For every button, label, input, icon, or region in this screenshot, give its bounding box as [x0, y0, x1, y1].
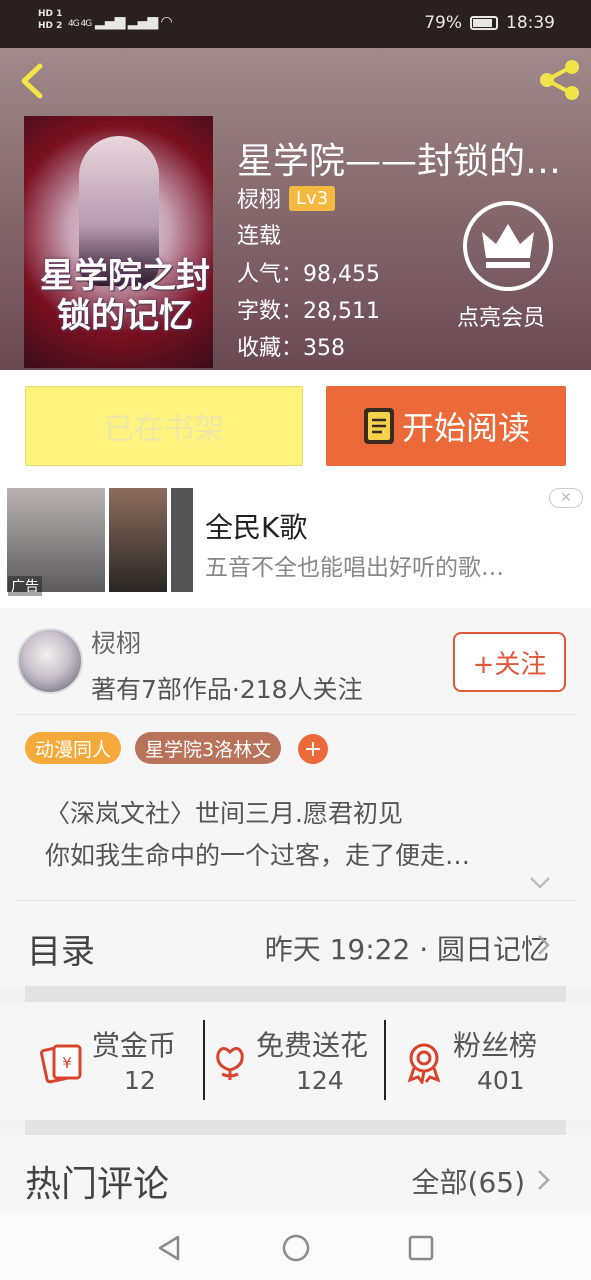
ad-tag: 广告: [8, 576, 42, 596]
share-button[interactable]: [535, 58, 583, 102]
coin-icon: ¥: [40, 1044, 82, 1084]
toc-label: 目录: [27, 932, 95, 972]
flower-icon: [216, 1047, 244, 1080]
ad-close-button[interactable]: ✕: [549, 488, 583, 508]
clock: 18:39: [506, 13, 555, 33]
ad-image: [171, 488, 193, 592]
sim1-label: HD 1: [38, 9, 63, 19]
reward-coin-label[interactable]: 赏金币: [92, 1024, 176, 1064]
network-label: 4G 4G: [68, 19, 92, 29]
divider: [16, 900, 575, 901]
all-comments-link[interactable]: 全部(65): [412, 1161, 525, 1201]
free-flower-value: 124: [296, 1066, 344, 1095]
crown-icon: [463, 201, 553, 291]
start-reading-button[interactable]: 开始阅读: [326, 386, 566, 466]
divider: [16, 714, 575, 715]
nav-home-icon[interactable]: [281, 1233, 311, 1263]
start-reading-label: 开始阅读: [401, 409, 530, 447]
ad-title: 全民K歌: [205, 511, 308, 544]
ad-image: [109, 488, 167, 592]
book-header: 星学院之封锁的记忆 星学院——封锁的… 棂栩 Lv3 连载 人气：98,455 …: [0, 48, 591, 370]
on-shelf-label: 已在书架: [104, 412, 224, 447]
hot-comments-row[interactable]: 热门评论 全部(65): [0, 1135, 591, 1213]
fan-ranking-value: 401: [477, 1066, 525, 1095]
medal-icon: [407, 1043, 441, 1084]
back-icon: [21, 63, 43, 99]
fan-ranking-label[interactable]: 粉丝榜: [453, 1024, 537, 1064]
battery-percent: 79%: [424, 13, 462, 33]
tag-item[interactable]: 动漫同人: [25, 732, 122, 764]
popularity: 人气：98,455: [237, 262, 380, 287]
share-icon: [540, 60, 579, 100]
back-button[interactable]: [16, 62, 52, 100]
nav-back-icon[interactable]: [154, 1233, 184, 1263]
chevron-right-icon: [538, 1170, 550, 1190]
reward-coin-value: 12: [124, 1066, 156, 1095]
favorites-count: 收藏：358: [237, 336, 345, 361]
vip-button[interactable]: [462, 200, 554, 292]
free-flower-label[interactable]: 免费送花: [256, 1024, 368, 1064]
table-of-contents-row[interactable]: 目录 昨天 19:22 · 圆日记忆: [0, 900, 591, 990]
on-shelf-button[interactable]: 已在书架: [25, 386, 303, 466]
sim-indicator: HD 1 HD 2: [38, 8, 62, 32]
tag-item[interactable]: 星学院3洛林文: [135, 732, 282, 764]
level-badge: Lv3: [289, 185, 336, 211]
add-tag-button[interactable]: +: [298, 734, 328, 764]
chevron-down-icon[interactable]: [529, 876, 551, 890]
cover-title: 星学院之封锁的记忆: [40, 256, 210, 336]
divider: [384, 1020, 386, 1100]
word-count: 字数：28,511: [237, 299, 380, 324]
avatar[interactable]: [17, 628, 83, 694]
nav-recents-icon[interactable]: [406, 1233, 436, 1263]
svg-text:¥: ¥: [62, 1054, 72, 1072]
author-name[interactable]: 棂栩: [237, 182, 281, 214]
status-bar: HD 1 HD 2 4G 4G ▂▄▆ ▂▄▆ ◠ 79% 18:39: [0, 0, 591, 48]
sim2-label: HD 2: [38, 21, 63, 31]
author-stats: 著有7部作品·218人关注: [91, 675, 363, 704]
follow-button[interactable]: +关注: [453, 632, 566, 692]
vip-label[interactable]: 点亮会员: [457, 300, 545, 332]
book-title: 星学院——封锁的…: [237, 141, 562, 182]
book-description-line: 你如我生命中的一个过客，走了便走…: [45, 841, 471, 870]
section-divider: [25, 1120, 566, 1136]
action-bar: 已在书架 开始阅读: [0, 370, 591, 480]
battery-icon: [470, 16, 498, 30]
book-description-line: 〈深岚文社〉世间三月.愿君初见: [45, 799, 403, 828]
signal-icon: 4G 4G ▂▄▆ ▂▄▆ ◠: [68, 14, 173, 30]
ad-description: 五音不全也能唱出好听的歌…: [205, 555, 504, 581]
divider: [203, 1020, 205, 1100]
section-divider: [25, 986, 566, 1002]
book-icon: [363, 408, 394, 444]
support-stats: ¥ 赏金币 12 免费送花 124 粉丝榜 401: [0, 1002, 591, 1120]
chevron-right-icon: [538, 935, 550, 955]
ad-banner[interactable]: 广告 全民K歌 五音不全也能唱出好听的歌… ✕: [0, 480, 591, 608]
author-section-name[interactable]: 棂栩: [91, 624, 141, 660]
author-row: 棂栩 Lv3: [237, 182, 336, 214]
book-cover[interactable]: 星学院之封锁的记忆: [24, 116, 213, 368]
system-nav-bar: [0, 1213, 591, 1280]
hot-comments-title: 热门评论: [25, 1164, 170, 1205]
status-right: 79% 18:39: [424, 13, 555, 33]
author-section: 棂栩 著有7部作品·218人关注 +关注 动漫同人 星学院3洛林文 + 〈深岚文…: [0, 608, 591, 900]
battery-fill: [473, 19, 492, 27]
serial-status: 连载: [237, 224, 282, 249]
latest-chapter: 昨天 19:22 · 圆日记忆: [264, 933, 549, 966]
